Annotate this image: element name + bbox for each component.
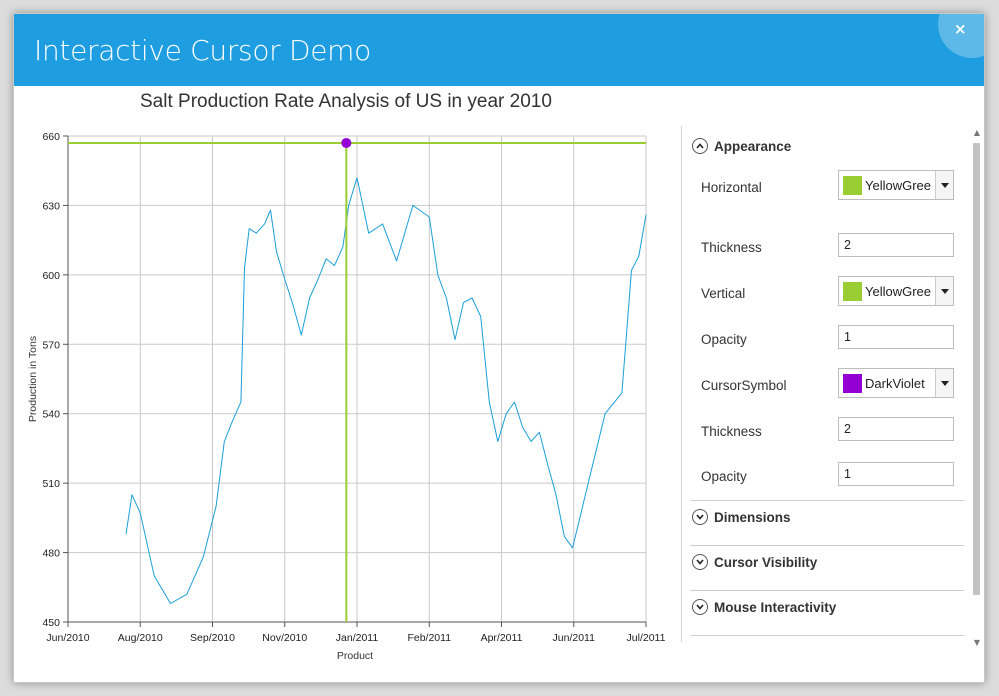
x-tick-label: Sep/2010 — [190, 632, 235, 644]
symbol-thickness-row: Thickness 2 — [690, 417, 964, 447]
scroll-thumb[interactable] — [973, 143, 980, 595]
horizontal-label: Horizontal — [701, 180, 762, 195]
horizontal-row: Horizontal YellowGree — [690, 170, 964, 203]
vertical-row: Vertical YellowGree — [690, 276, 964, 309]
thickness-label: Thickness — [701, 424, 762, 439]
symbol-opacity-row: Opacity 1 — [690, 462, 964, 492]
symbol-thickness-input[interactable]: 2 — [838, 417, 954, 441]
section-cursor-visibility-header[interactable]: Cursor Visibility — [690, 547, 964, 577]
section-cursor-visibility-label: Cursor Visibility — [714, 554, 818, 570]
chevron-down-icon — [692, 509, 708, 525]
y-tick-label: 570 — [42, 339, 60, 351]
chevron-down-icon[interactable] — [935, 277, 953, 305]
chevron-down-icon — [692, 599, 708, 615]
cursor-symbol-color-swatch — [843, 373, 862, 393]
x-tick-label: Jul/2011 — [627, 632, 666, 644]
horizontal-thickness-input[interactable]: 2 — [838, 233, 954, 257]
panel-scrollbar[interactable]: ▲ ▼ — [972, 129, 982, 649]
section-divider — [690, 635, 964, 636]
horizontal-color-picker[interactable]: YellowGree — [838, 170, 954, 200]
demo-window: Interactive Cursor Demo × Salt Productio… — [13, 13, 985, 683]
x-tick-label: Jan/2011 — [336, 632, 379, 644]
x-tick-label: Feb/2011 — [407, 632, 451, 644]
section-divider — [690, 500, 964, 501]
section-appearance-header[interactable]: Appearance — [690, 131, 964, 161]
horizontal-color-name: YellowGree — [865, 177, 932, 193]
thickness-row: Thickness 2 — [690, 233, 964, 263]
x-tick-label: Aug/2010 — [118, 632, 163, 644]
cursor-symbol — [341, 137, 352, 148]
chevron-down-icon — [692, 554, 708, 570]
section-dimensions-label: Dimensions — [714, 509, 791, 525]
section-appearance-label: Appearance — [714, 138, 792, 154]
line-opacity-input[interactable]: 1 — [838, 325, 954, 349]
cursor-symbol-color-name: DarkViolet — [865, 375, 925, 391]
y-tick-label: 510 — [42, 478, 60, 490]
chart[interactable]: 450 480 510 540 570 600 630 660 Jun/2010 Aug/2010… — [14, 14, 682, 682]
x-axis-title: Product — [337, 650, 373, 662]
section-divider — [690, 590, 964, 591]
section-mouse-interactivity-header[interactable]: Mouse Interactivity — [690, 592, 964, 622]
vertical-color-swatch — [843, 281, 862, 301]
x-tick-label: Jun/2010 — [46, 632, 89, 644]
y-tick-label: 660 — [42, 131, 60, 143]
section-divider — [690, 545, 964, 546]
close-icon: × — [954, 20, 967, 38]
y-tick-label: 480 — [42, 548, 60, 560]
grid-lines — [67, 135, 647, 623]
scroll-up-icon[interactable]: ▲ — [973, 129, 981, 137]
y-tick-label: 540 — [42, 409, 60, 421]
opacity-label: Opacity — [701, 332, 747, 347]
horizontal-color-swatch — [843, 175, 862, 195]
chevron-down-icon[interactable] — [935, 171, 953, 199]
section-mouse-interactivity-label: Mouse Interactivity — [714, 599, 837, 615]
opacity-row: Opacity 1 — [690, 325, 964, 355]
thickness-label: Thickness — [701, 240, 762, 255]
cursor-symbol-color-picker[interactable]: DarkViolet — [838, 368, 954, 398]
property-panel: Appearance Horizontal YellowGree Thickne… — [690, 129, 964, 649]
vertical-label: Vertical — [701, 286, 746, 301]
x-tick-label: Nov/2010 — [262, 632, 307, 644]
cursor-symbol-row: CursorSymbol DarkViolet — [690, 368, 964, 401]
series-line — [125, 177, 647, 604]
y-tick-label: 600 — [42, 270, 60, 282]
y-tick-label: 450 — [42, 617, 60, 629]
chevron-up-icon — [692, 138, 708, 154]
cursor-symbol-label: CursorSymbol — [701, 378, 787, 393]
section-dimensions-header[interactable]: Dimensions — [690, 502, 964, 532]
chart-axes: 450 480 510 540 570 600 630 660 Jun/2010 Aug/2010… — [42, 131, 665, 644]
vertical-color-picker[interactable]: YellowGree — [838, 276, 954, 306]
vertical-color-name: YellowGree — [865, 283, 932, 299]
x-tick-label: Apr/2011 — [481, 632, 523, 644]
panel-divider — [681, 126, 682, 642]
y-axis-title: Production in Tons — [27, 336, 39, 422]
scroll-down-icon[interactable]: ▼ — [973, 639, 981, 647]
y-tick-label: 630 — [42, 200, 60, 212]
close-button[interactable]: × — [938, 14, 984, 58]
chevron-down-icon[interactable] — [935, 369, 953, 397]
opacity-label: Opacity — [701, 469, 747, 484]
x-tick-label: Jun/2011 — [553, 632, 596, 644]
symbol-opacity-input[interactable]: 1 — [838, 462, 954, 486]
